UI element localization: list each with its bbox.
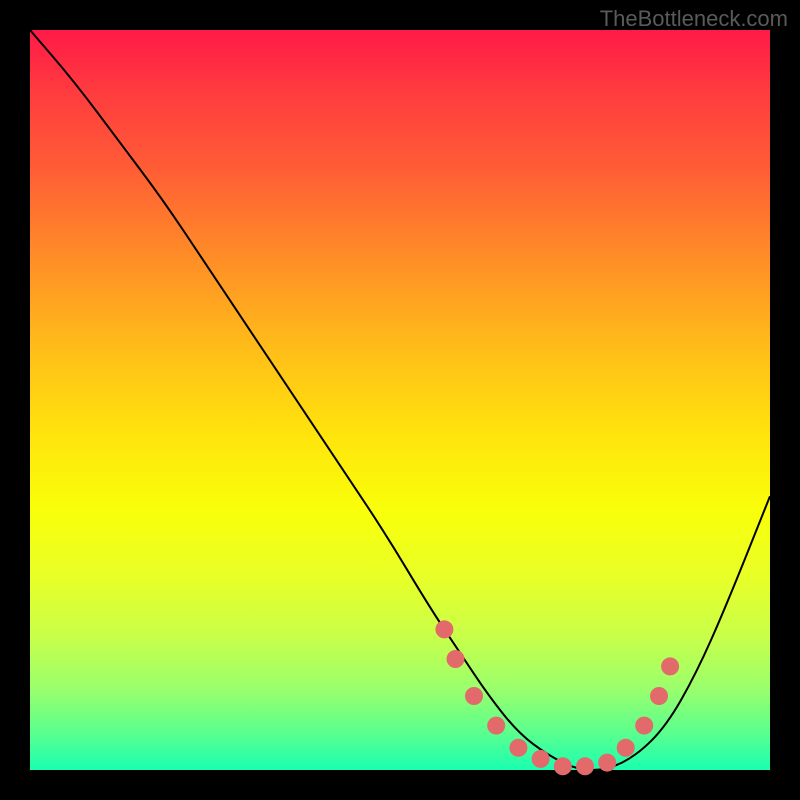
curve-marker bbox=[617, 739, 635, 757]
watermark-text: TheBottleneck.com bbox=[600, 6, 788, 32]
curve-marker bbox=[465, 687, 483, 705]
curve-marker bbox=[487, 717, 505, 735]
curve-marker bbox=[532, 750, 550, 768]
curve-marker bbox=[661, 657, 679, 675]
curve-marker bbox=[509, 739, 527, 757]
marker-group bbox=[435, 620, 679, 775]
curve-marker bbox=[554, 757, 572, 775]
curve-marker bbox=[576, 757, 594, 775]
chart-svg bbox=[30, 30, 770, 770]
curve-marker bbox=[598, 754, 616, 772]
curve-marker bbox=[635, 717, 653, 735]
bottleneck-curve bbox=[30, 30, 770, 770]
curve-marker bbox=[435, 620, 453, 638]
chart-plot-area bbox=[30, 30, 770, 770]
curve-marker bbox=[447, 650, 465, 668]
curve-marker bbox=[650, 687, 668, 705]
